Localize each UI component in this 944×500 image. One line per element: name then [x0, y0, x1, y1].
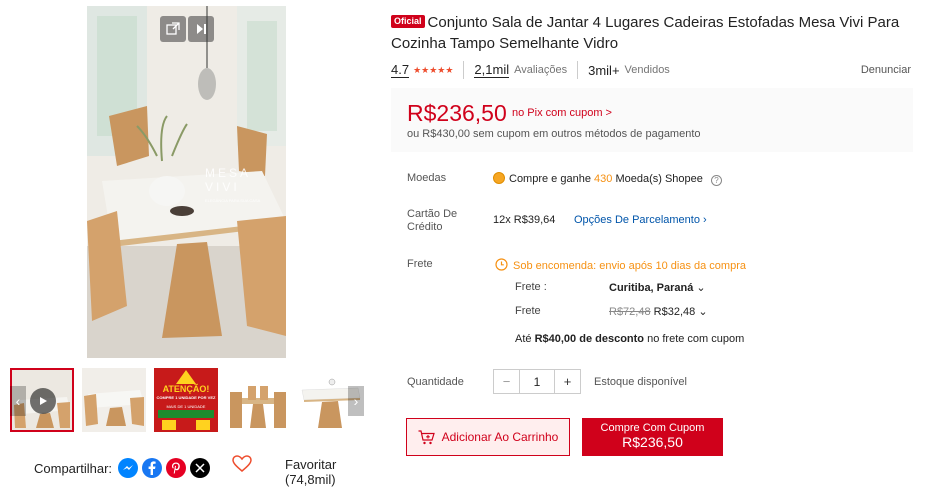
quantity-stepper: − 1 +	[493, 369, 581, 394]
play-icon[interactable]	[30, 388, 56, 414]
thumbnail-2[interactable]	[82, 368, 146, 432]
thumb-photo-4	[226, 368, 290, 432]
card-label: Cartão De Crédito	[407, 208, 457, 234]
quantity-input[interactable]: 1	[519, 370, 555, 393]
divider	[577, 61, 579, 79]
coins-text-before: Compre e ganhe	[509, 173, 591, 185]
pix-price: R$236,50	[407, 100, 507, 126]
card-label-line1: Cartão De	[407, 208, 458, 220]
coins-label: Moedas	[407, 172, 447, 184]
installment-options-link[interactable]: Opções De Parcelamento ›	[574, 214, 707, 226]
clock-icon	[495, 258, 508, 271]
thumb3-text3: MAIS DE 1 UNIDADE	[166, 404, 206, 409]
buy-button-price: R$236,50	[622, 434, 683, 450]
watermark-line1: MESA	[205, 166, 252, 180]
share-label: Compartilhar:	[34, 460, 113, 476]
cart-icon	[418, 429, 435, 444]
coins-row: Compre e ganhe 430 Moeda(s) Shopee ?	[493, 172, 722, 186]
shipping-discount: Até R$40,00 de desconto no frete com cup…	[515, 333, 744, 345]
shipping-discount-prefix: Até	[515, 333, 532, 345]
official-badge: Oficial	[391, 15, 425, 28]
rating-value[interactable]: 4.7	[391, 62, 410, 78]
shopee-coin-icon	[493, 172, 505, 184]
favorite-button[interactable]: Favoritar (74,8mil)	[285, 457, 336, 487]
shipping-notice-text: Sob encomenda: envio após 10 dias da com…	[513, 260, 746, 272]
product-title-block: Oficial Conjunto Sala de Jantar 4 Lugares…	[391, 12, 911, 54]
expand-icon[interactable]	[160, 16, 186, 42]
add-to-cart-button[interactable]: Adicionar Ao Carrinho	[406, 418, 570, 456]
shipping-discount-value: R$40,00 de desconto	[534, 333, 645, 345]
thumbnail-3-warning[interactable]: ATENÇÃO! COMPRE 1 UNIDADE POR VEZ MAIS D…	[154, 368, 218, 432]
pinterest-icon[interactable]	[166, 458, 187, 478]
shipping-old-cost: R$72,48	[609, 306, 651, 318]
watermark-line2: VIVI	[205, 180, 240, 194]
facebook-icon[interactable]	[142, 458, 163, 478]
thumb-warning-graphic	[154, 368, 218, 432]
card-label-line2: Crédito	[407, 221, 443, 233]
help-icon[interactable]: ?	[710, 175, 722, 186]
quantity-increase-button[interactable]: +	[555, 370, 580, 393]
shipping-destination-select[interactable]: Curitiba, Paraná ⌄	[609, 281, 706, 294]
thumb-prev-arrow[interactable]: ‹	[10, 386, 26, 416]
coins-text-after: Moeda(s) Shopee	[615, 173, 703, 185]
shipping-cost-label: Frete	[515, 305, 541, 317]
add-to-cart-label: Adicionar Ao Carrinho	[441, 430, 559, 444]
shipping-cost[interactable]: R$72,48 R$32,48 ⌄	[609, 305, 708, 318]
quantity-decrease-button[interactable]: −	[494, 370, 519, 393]
main-product-image[interactable]: MESA VIVI ELEGÂNCIA PARA SUA CASA	[87, 6, 286, 358]
shipping-to-label: Frete :	[515, 281, 547, 293]
thumb3-text1: ATENÇÃO!	[162, 384, 210, 394]
play-next-icon[interactable]	[188, 16, 214, 42]
chevron-down-icon: ⌄	[698, 306, 708, 318]
watermark-tagline: ELEGÂNCIA PARA SUA CASA	[205, 198, 261, 203]
heart-icon[interactable]	[232, 455, 252, 478]
stock-status: Estoque disponível	[594, 376, 687, 388]
product-meta: 4.7 ★★★★★ 2,1mil Avaliações 3mil+ Vendid…	[391, 60, 911, 80]
rating-stars-icon: ★★★★★	[413, 64, 454, 75]
buy-button-line1: Compre Com Cupom	[600, 422, 705, 434]
favorite-count: (74,8mil)	[285, 472, 336, 487]
installments-text: 12x R$39,64	[493, 214, 556, 226]
sold-count: 3mil+	[588, 62, 620, 78]
x-icon[interactable]	[190, 458, 211, 478]
sold-label: Vendidos	[624, 64, 670, 76]
installment-options-label: Opções De Parcelamento	[574, 214, 700, 226]
reviews-count[interactable]: 2,1mil	[474, 62, 510, 78]
thumb-photo-2	[82, 368, 146, 432]
report-link[interactable]: Denunciar	[861, 64, 911, 76]
messenger-icon[interactable]	[118, 458, 139, 478]
shipping-notice: Sob encomenda: envio após 10 dias da com…	[495, 258, 746, 272]
thumb-next-arrow[interactable]: ›	[348, 386, 364, 416]
price-box: R$236,50 no Pix com cupom > ou R$430,00 …	[391, 88, 913, 152]
shipping-label: Frete	[407, 258, 433, 270]
favorite-label: Favoritar	[285, 457, 337, 472]
pix-coupon-link[interactable]: no Pix com cupom >	[512, 107, 612, 119]
thumbnail-strip: ‹ ATENÇÃO! COMPRE 1 UNIDADE POR VEZ MAIS…	[10, 368, 364, 432]
shipping-discount-suffix: no frete com cupom	[647, 333, 745, 345]
shipping-destination: Curitiba, Paraná	[609, 282, 694, 294]
reviews-label: Avaliações	[514, 64, 568, 76]
chevron-right-icon: ›	[703, 214, 707, 226]
product-title: Conjunto Sala de Jantar 4 Lugares Cadeir…	[391, 14, 900, 52]
shipping-new-cost: R$32,48	[653, 306, 696, 318]
buy-with-coupon-button[interactable]: Compre Com Cupom R$236,50	[582, 418, 723, 456]
divider	[463, 61, 465, 79]
chevron-down-icon: ⌄	[696, 282, 706, 294]
thumb3-text2: COMPRE 1 UNIDADE POR VEZ	[156, 395, 216, 400]
coins-amount: 430	[594, 173, 613, 185]
thumbnail-4[interactable]	[226, 368, 290, 432]
quantity-label: Quantidade	[407, 376, 464, 388]
share-bar: Compartilhar:	[34, 458, 214, 478]
alt-price-text: ou R$430,00 sem cupom em outros métodos …	[407, 128, 701, 140]
